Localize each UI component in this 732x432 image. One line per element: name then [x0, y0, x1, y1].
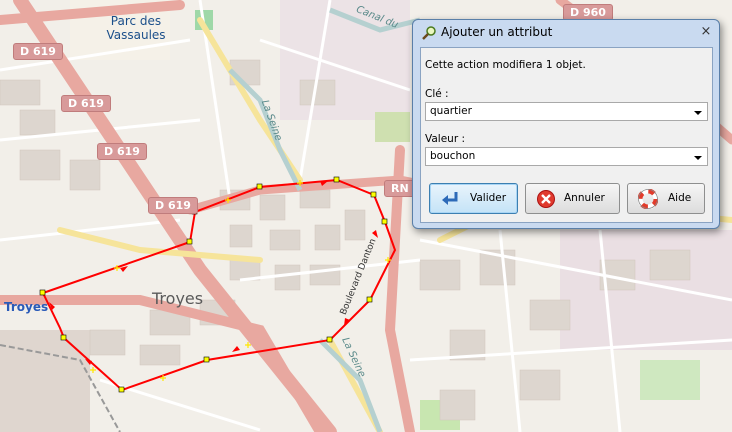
city-label: Troyes — [152, 289, 204, 308]
cancel-button[interactable]: Annuler — [525, 183, 620, 214]
park-label: Parc des Vassaules — [106, 14, 166, 42]
chevron-down-icon[interactable] — [694, 111, 702, 115]
route-vertex[interactable] — [381, 218, 388, 225]
route-vertex[interactable] — [203, 356, 210, 363]
route-vertex[interactable] — [326, 336, 333, 343]
value-value: bouchon — [430, 150, 476, 162]
add-attribute-dialog: Ajouter un attribut × Cette action modif… — [412, 19, 720, 229]
key-value: quartier — [430, 105, 472, 117]
route-vertex[interactable] — [186, 238, 193, 245]
city-marker-label: Troyes — [4, 300, 49, 314]
key-label: Clé : — [425, 88, 449, 100]
help-label: Aide — [668, 192, 692, 204]
value-label: Valeur : — [425, 133, 466, 145]
validate-button[interactable]: Valider — [429, 183, 518, 214]
lifebuoy-icon — [638, 189, 658, 209]
route-vertex[interactable] — [39, 289, 46, 296]
cancel-icon — [537, 190, 555, 208]
road-label-d619: D 619 — [13, 43, 63, 60]
route-vertex[interactable] — [60, 334, 67, 341]
route-vertex[interactable] — [118, 386, 125, 393]
route-vertex[interactable] — [370, 191, 377, 198]
dialog-title: Ajouter un attribut — [441, 25, 553, 39]
route-vertex[interactable] — [366, 296, 373, 303]
road-label-d619: D 619 — [61, 95, 111, 112]
validate-label: Valider — [470, 192, 507, 204]
close-icon[interactable]: × — [697, 24, 715, 40]
route-vertex[interactable] — [256, 183, 263, 190]
dialog-titlebar[interactable]: Ajouter un attribut × — [413, 20, 719, 46]
cancel-label: Annuler — [564, 192, 605, 204]
road-label-d619: D 619 — [148, 197, 198, 214]
help-button[interactable]: Aide — [627, 183, 705, 214]
tag-search-icon — [422, 26, 436, 40]
chevron-down-icon[interactable] — [694, 156, 702, 160]
dialog-body: Cette action modifiera 1 objet. Clé : qu… — [420, 47, 713, 223]
enter-arrow-icon — [442, 192, 458, 205]
value-combobox[interactable]: bouchon — [425, 147, 708, 166]
dialog-message: Cette action modifiera 1 objet. — [425, 59, 586, 71]
key-combobox[interactable]: quartier — [425, 102, 708, 121]
route-vertex[interactable] — [333, 176, 340, 183]
road-label-d619: D 619 — [97, 143, 147, 160]
road-label-rn: RN — [384, 180, 416, 197]
